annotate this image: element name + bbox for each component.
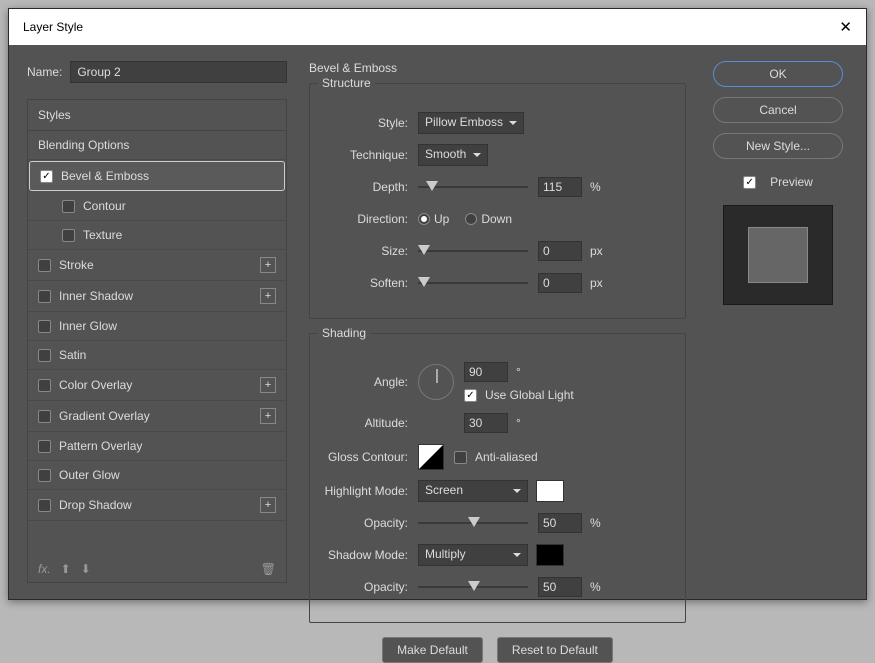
highlight-color-swatch[interactable] — [536, 480, 564, 502]
pattern-overlay-item[interactable]: Pattern Overlay — [28, 432, 286, 461]
style-select[interactable]: Pillow Emboss — [418, 112, 524, 134]
highlight-opacity-label: Opacity: — [322, 516, 418, 530]
global-light-checkbox[interactable] — [464, 389, 477, 402]
shadow-opacity-label: Opacity: — [322, 580, 418, 594]
drop-shadow-item[interactable]: Drop Shadow + — [28, 490, 286, 521]
altitude-label: Altitude: — [322, 416, 418, 430]
preview-label: Preview — [770, 175, 813, 189]
bevel-emboss-item[interactable]: Bevel & Emboss — [29, 161, 285, 191]
plus-icon[interactable]: + — [260, 257, 276, 273]
plus-icon[interactable]: + — [260, 408, 276, 424]
structure-group: Structure Style: Pillow Emboss Technique… — [309, 83, 686, 319]
size-label: Size: — [322, 244, 418, 258]
preview-thumbnail — [723, 205, 833, 305]
make-default-button[interactable]: Make Default — [382, 637, 483, 663]
shadow-mode-label: Shadow Mode: — [322, 548, 418, 562]
color-overlay-item[interactable]: Color Overlay + — [28, 370, 286, 401]
inner-shadow-checkbox[interactable] — [38, 290, 51, 303]
arrow-down-icon[interactable]: ⬇ — [81, 562, 91, 576]
fx-icon[interactable]: fx. — [38, 562, 51, 576]
plus-icon[interactable]: + — [260, 497, 276, 513]
styles-panel: Styles Blending Options Bevel & Emboss C… — [27, 99, 287, 583]
gradient-overlay-item[interactable]: Gradient Overlay + — [28, 401, 286, 432]
layer-style-dialog: Layer Style ✕ Name: Styles Blending Opti… — [8, 8, 867, 600]
style-label: Style: — [322, 116, 418, 130]
direction-down-radio[interactable] — [465, 213, 477, 225]
angle-dial[interactable] — [418, 364, 454, 400]
soften-input[interactable] — [538, 273, 582, 293]
angle-label: Angle: — [322, 375, 418, 389]
inner-glow-item[interactable]: Inner Glow — [28, 312, 286, 341]
inner-glow-checkbox[interactable] — [38, 320, 51, 333]
ok-button[interactable]: OK — [713, 61, 843, 87]
cancel-button[interactable]: Cancel — [713, 97, 843, 123]
highlight-mode-select[interactable]: Screen — [418, 480, 528, 502]
direction-label: Direction: — [322, 212, 418, 226]
direction-up-radio[interactable] — [418, 213, 430, 225]
layer-name-input[interactable] — [70, 61, 287, 83]
bevel-title: Bevel & Emboss — [305, 61, 686, 75]
gloss-contour-picker[interactable] — [418, 444, 444, 470]
title-bar: Layer Style ✕ — [9, 9, 866, 45]
stroke-checkbox[interactable] — [38, 259, 51, 272]
altitude-input[interactable] — [464, 413, 508, 433]
outer-glow-checkbox[interactable] — [38, 469, 51, 482]
stroke-item[interactable]: Stroke + — [28, 250, 286, 281]
satin-checkbox[interactable] — [38, 349, 51, 362]
size-slider[interactable] — [418, 245, 528, 257]
size-input[interactable] — [538, 241, 582, 261]
depth-slider[interactable] — [418, 181, 528, 193]
close-icon[interactable]: ✕ — [839, 18, 852, 36]
name-label: Name: — [27, 65, 62, 79]
gradient-overlay-checkbox[interactable] — [38, 410, 51, 423]
contour-item[interactable]: Contour — [28, 192, 286, 221]
shading-group: Shading Angle: ° Use Global Light — [309, 333, 686, 623]
shading-legend: Shading — [318, 326, 370, 340]
plus-icon[interactable]: + — [260, 377, 276, 393]
pattern-overlay-checkbox[interactable] — [38, 440, 51, 453]
soften-label: Soften: — [322, 276, 418, 290]
technique-label: Technique: — [322, 148, 418, 162]
plus-icon[interactable]: + — [260, 288, 276, 304]
arrow-up-icon[interactable]: ⬆ — [61, 562, 71, 576]
styles-header[interactable]: Styles — [28, 100, 286, 131]
reset-default-button[interactable]: Reset to Default — [497, 637, 613, 663]
highlight-opacity-input[interactable] — [538, 513, 582, 533]
shadow-mode-select[interactable]: Multiply — [418, 544, 528, 566]
new-style-button[interactable]: New Style... — [713, 133, 843, 159]
soften-slider[interactable] — [418, 277, 528, 289]
shadow-opacity-slider[interactable] — [418, 581, 528, 593]
shadow-color-swatch[interactable] — [536, 544, 564, 566]
texture-checkbox[interactable] — [62, 229, 75, 242]
angle-input[interactable] — [464, 362, 508, 382]
texture-item[interactable]: Texture — [28, 221, 286, 250]
inner-shadow-item[interactable]: Inner Shadow + — [28, 281, 286, 312]
satin-item[interactable]: Satin — [28, 341, 286, 370]
outer-glow-item[interactable]: Outer Glow — [28, 461, 286, 490]
technique-select[interactable]: Smooth — [418, 144, 488, 166]
anti-aliased-checkbox[interactable] — [454, 451, 467, 464]
depth-input[interactable] — [538, 177, 582, 197]
bevel-checkbox[interactable] — [40, 170, 53, 183]
highlight-opacity-slider[interactable] — [418, 517, 528, 529]
blending-options-item[interactable]: Blending Options — [28, 131, 286, 160]
color-overlay-checkbox[interactable] — [38, 379, 51, 392]
shadow-opacity-input[interactable] — [538, 577, 582, 597]
drop-shadow-checkbox[interactable] — [38, 499, 51, 512]
contour-checkbox[interactable] — [62, 200, 75, 213]
depth-label: Depth: — [322, 180, 418, 194]
dialog-title: Layer Style — [23, 20, 83, 34]
highlight-mode-label: Highlight Mode: — [322, 484, 418, 498]
trash-icon[interactable]: 🗑 — [261, 562, 276, 576]
gloss-contour-label: Gloss Contour: — [322, 450, 418, 464]
structure-legend: Structure — [318, 76, 375, 90]
preview-checkbox[interactable] — [743, 176, 756, 189]
